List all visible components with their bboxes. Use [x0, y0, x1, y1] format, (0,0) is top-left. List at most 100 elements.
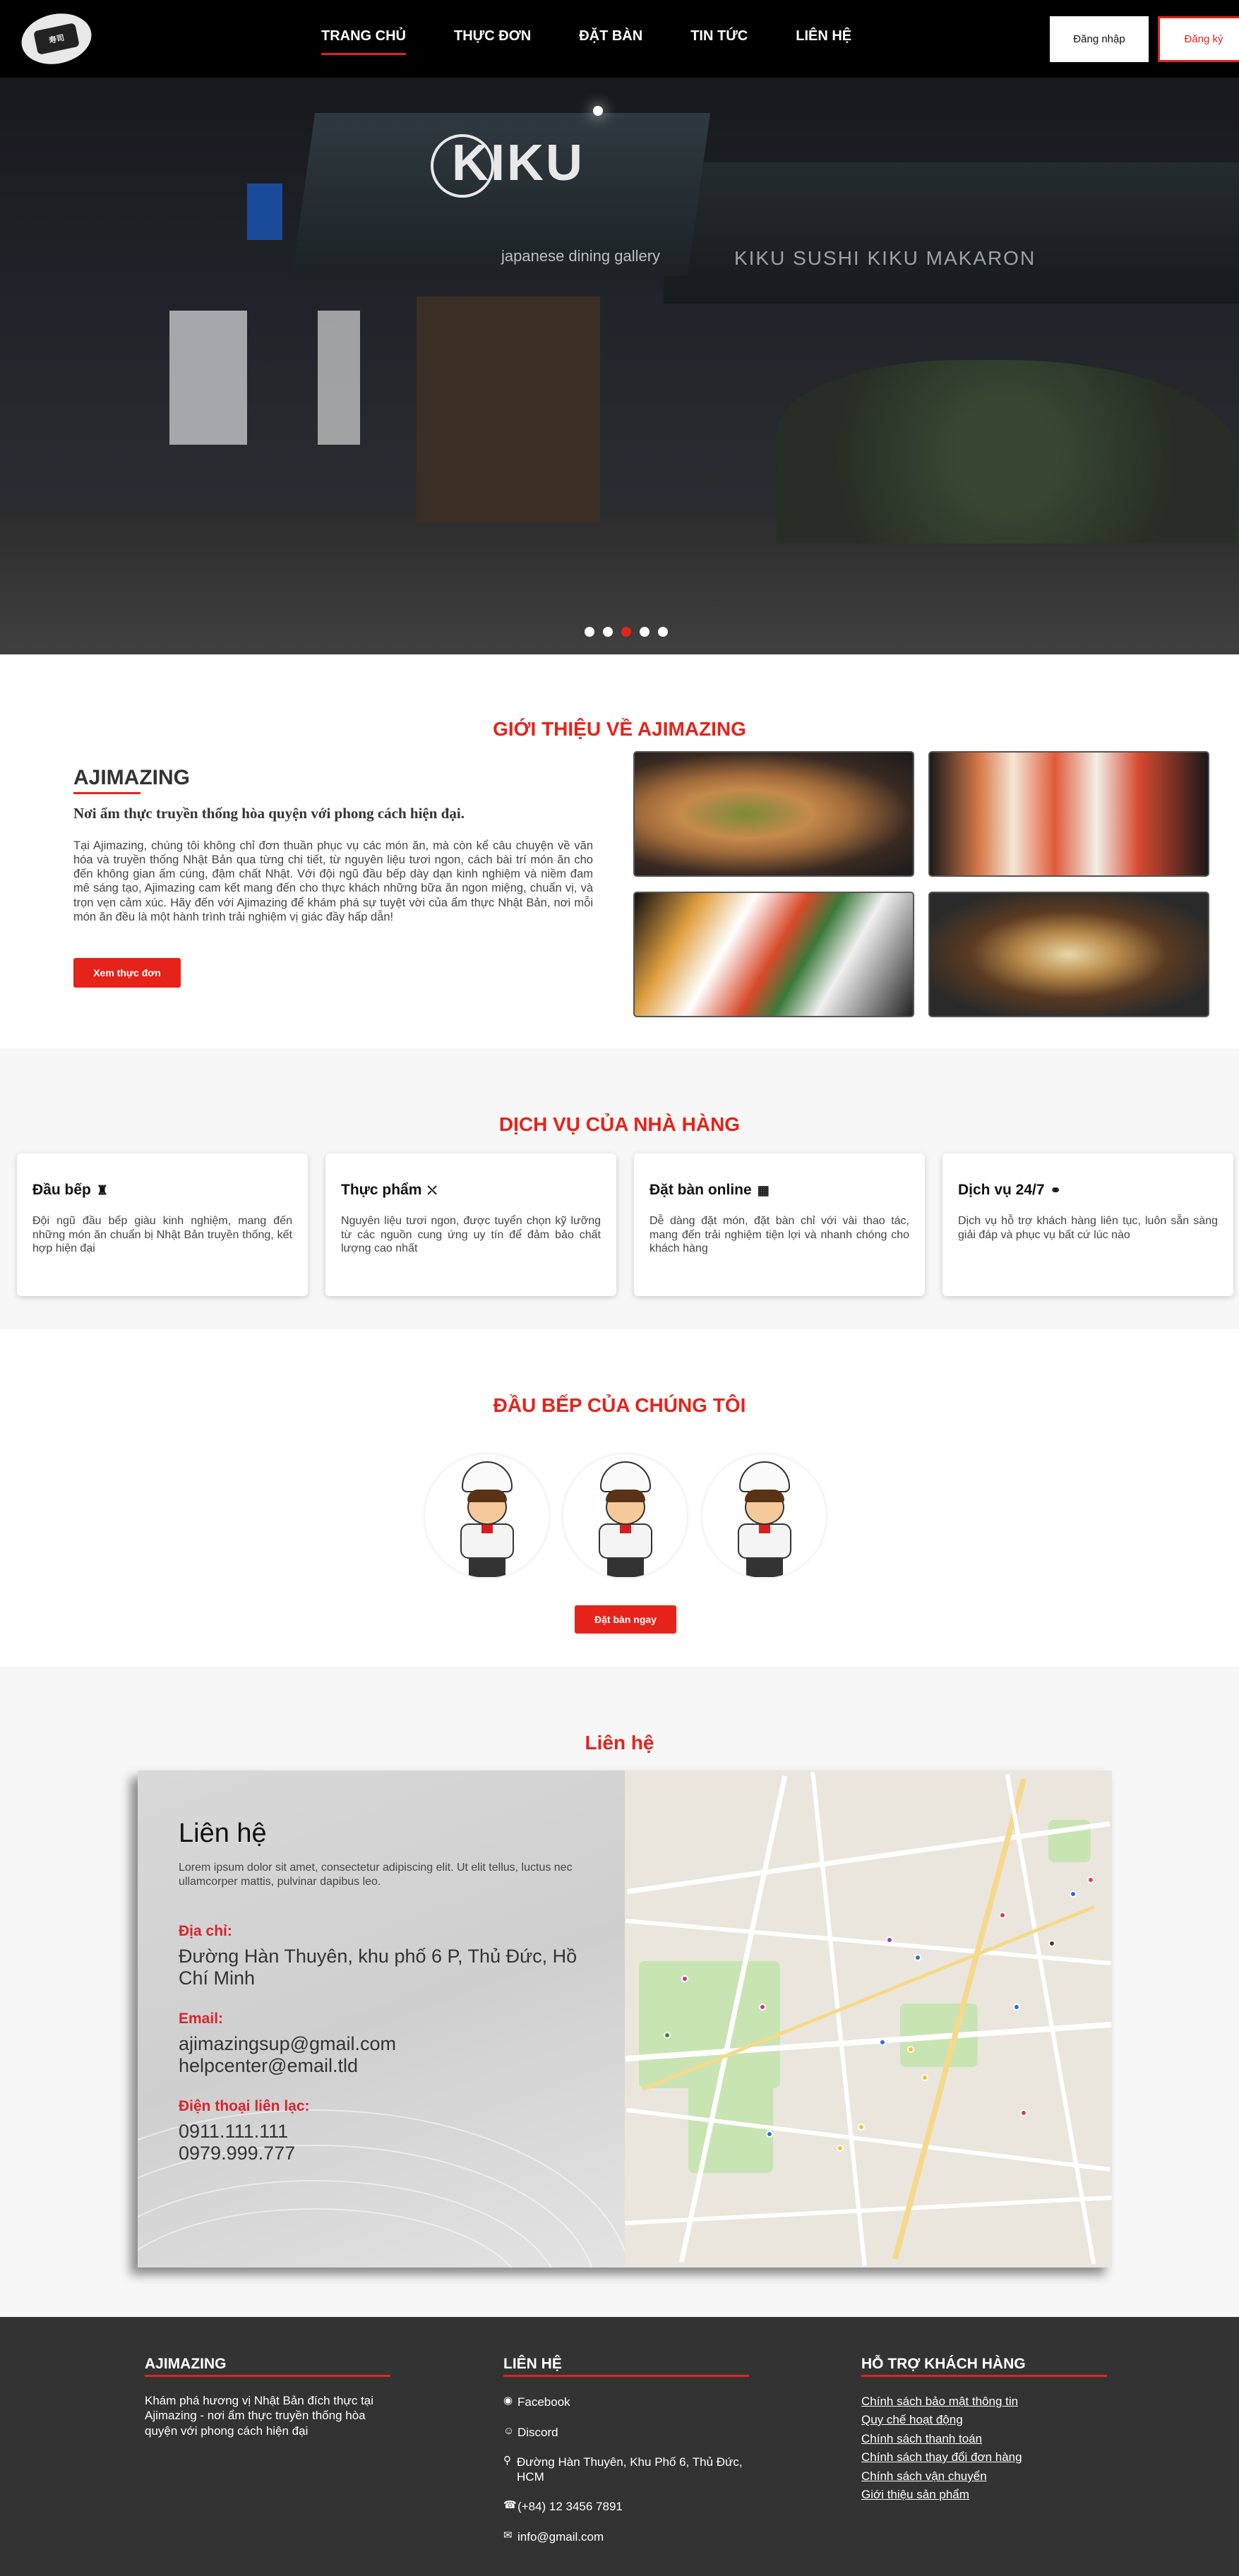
- slider-dot-2[interactable]: [603, 627, 613, 637]
- calendar-icon: ▦: [757, 1182, 770, 1197]
- hero-awning-right: [664, 162, 1239, 304]
- slider-dot-3[interactable]: [621, 627, 631, 637]
- contact-info-panel: Liên hệ Lorem ipsum dolor sit amet, cons…: [138, 1771, 625, 2268]
- site-logo[interactable]: 寿司: [16, 7, 97, 71]
- nav-menu[interactable]: THỰC ĐƠN: [454, 28, 531, 55]
- map-pin[interactable]: [1070, 1891, 1077, 1898]
- hero-window: [169, 311, 247, 445]
- service-card-title: Thực phẩm ⛌: [341, 1182, 437, 1198]
- nav-contact[interactable]: LIÊN HỆ: [796, 28, 851, 55]
- footer-contact-title: LIÊN HỆ: [503, 2356, 562, 2372]
- footer-about-text: Khám phá hương vị Nhật Bản đích thực tại…: [145, 2394, 374, 2438]
- service-card-text: Đội ngũ đầu bếp giàu kinh nghiệm, mang đ…: [32, 1215, 292, 1255]
- map-park: [639, 1961, 780, 2088]
- address-value: Đường Hàn Thuyên, khu phố 6 P, Thủ Đức, …: [179, 1946, 577, 1989]
- phone-value-2[interactable]: 0979.999.777: [179, 2143, 602, 2164]
- food-image-sushi: [928, 751, 1209, 877]
- food-image-tempura: [928, 892, 1209, 1017]
- contact-heading: Liên hệ: [179, 1819, 267, 1848]
- hero-blue-sign: [247, 184, 282, 240]
- footer-about-title: AJIMAZING: [145, 2356, 227, 2372]
- slider-dot-5[interactable]: [658, 627, 668, 637]
- site-header: 寿司 TRANG CHỦ THỰC ĐƠN ĐẶT BÀN TIN TỨC LI…: [0, 0, 1239, 78]
- register-button[interactable]: Đăng ký: [1158, 16, 1239, 62]
- hero-sign: KIKU: [452, 135, 585, 191]
- service-card-food: Thực phẩm ⛌ Nguyên liệu tươi ngon, được t…: [325, 1154, 616, 1296]
- view-menu-button[interactable]: Xem thực đơn: [73, 958, 181, 988]
- map-pin[interactable]: [766, 2131, 773, 2138]
- slider-dot-1[interactable]: [585, 627, 594, 637]
- service-card-support: Dịch vụ 24/7 ⚭ Dịch vụ hỗ trợ khách hàng …: [942, 1154, 1233, 1296]
- nav-booking[interactable]: ĐẶT BÀN: [579, 28, 642, 55]
- footer-address: ⚲ Đường Hàn Thuyên, Khu Phố 6, Thủ Đức, H…: [503, 2455, 743, 2484]
- discord-icon: ☺: [503, 2425, 515, 2437]
- footer-underline: [145, 2375, 390, 2377]
- hero-subtitle-2: KIKU SUSHI KIKU MAKARON: [734, 247, 1036, 269]
- address-label: Địa chỉ:: [179, 1923, 232, 1939]
- chef-avatar[interactable]: [563, 1454, 687, 1578]
- service-card-text: Dịch vụ hỗ trợ khách hàng liên tục, luôn…: [958, 1215, 1218, 1241]
- logo-text: 寿司: [33, 23, 80, 55]
- food-image-ramen: [633, 751, 914, 877]
- hero-subtitle: japanese dining gallery: [501, 247, 661, 265]
- phone-value-1[interactable]: 0911.111.111: [179, 2121, 602, 2143]
- contact-card: Liên hệ Lorem ipsum dolor sit amet, cons…: [138, 1771, 1112, 2268]
- footer-phone[interactable]: ☎ (+84) 12 3456 7891: [503, 2499, 758, 2514]
- map-pin[interactable]: [681, 1975, 688, 1982]
- mail-icon: ✉: [503, 2529, 513, 2541]
- footer-link-rules[interactable]: Quy chế hoạt động: [861, 2413, 963, 2427]
- map-pin[interactable]: [759, 2003, 766, 2011]
- footer-link-payment[interactable]: Chính sách thanh toán: [861, 2432, 982, 2446]
- footer-underline: [861, 2375, 1107, 2377]
- footer-link-order-change[interactable]: Chính sách thay đổi đơn hàng: [861, 2450, 1022, 2464]
- intro-brand: AJIMAZING: [73, 766, 190, 789]
- map-pin[interactable]: [907, 2046, 914, 2053]
- utensils-icon: ⛌: [427, 1182, 437, 1197]
- chef-avatar[interactable]: [425, 1454, 549, 1578]
- hero-slider: KIKU japanese dining gallery KIKU SUSHI …: [0, 78, 1239, 654]
- nav-home[interactable]: TRANG CHỦ: [321, 28, 406, 55]
- hero-door: [417, 296, 600, 529]
- map-pin[interactable]: [886, 1936, 893, 1943]
- map-pin[interactable]: [914, 1954, 921, 1961]
- map-pin[interactable]: [999, 1912, 1006, 1919]
- email-value-1[interactable]: ajimazingsup@gmail.com: [179, 2033, 602, 2055]
- footer-link-shipping[interactable]: Chính sách vận chuyển: [861, 2469, 987, 2484]
- footer-link-products[interactable]: Giới thiệu sản phẩm: [861, 2488, 969, 2502]
- email-label: Email:: [179, 2011, 224, 2027]
- location-map[interactable]: [625, 1771, 1112, 2268]
- slider-dot-4[interactable]: [640, 627, 650, 637]
- map-pin[interactable]: [1048, 1940, 1055, 1947]
- map-pin[interactable]: [879, 2039, 886, 2046]
- footer-email[interactable]: ✉ info@gmail.com: [503, 2529, 758, 2544]
- email-value-2[interactable]: helpcenter@email.tld: [179, 2055, 602, 2077]
- book-now-button[interactable]: Đặt bàn ngay: [575, 1605, 676, 1634]
- map-road: [625, 2195, 1112, 2226]
- map-pin[interactable]: [664, 2032, 671, 2039]
- footer-facebook-link[interactable]: ◉ Facebook: [503, 2395, 758, 2409]
- service-card-text: Dễ dàng đặt món, đặt bàn chỉ với vài tha…: [650, 1215, 909, 1255]
- map-pin[interactable]: [1020, 2109, 1027, 2116]
- map-pin[interactable]: [837, 2145, 844, 2152]
- intro-underline: [73, 792, 140, 794]
- contact-description: Lorem ipsum dolor sit amet, consectetur …: [179, 1862, 573, 1888]
- intro-title: GIỚI THIỆU VỀ AJIMAZING: [493, 718, 746, 740]
- headset-icon: ⚭: [1050, 1182, 1061, 1197]
- facebook-icon: ◉: [503, 2395, 513, 2407]
- map-pin[interactable]: [1013, 2003, 1020, 2011]
- chef-avatar[interactable]: [702, 1454, 826, 1578]
- map-pin[interactable]: [1087, 1876, 1094, 1883]
- map-pin[interactable]: [921, 2074, 928, 2081]
- service-card-title: Dịch vụ 24/7 ⚭: [958, 1182, 1061, 1198]
- chefs-title: ĐẦU BẾP CỦA CHÚNG TÔI: [493, 1394, 746, 1416]
- footer-discord-link[interactable]: ☺ Discord: [503, 2425, 758, 2440]
- map-pin[interactable]: [858, 2123, 865, 2131]
- chef-hat-icon: ♜: [96, 1182, 108, 1197]
- footer-link-privacy[interactable]: Chính sách bảo mật thông tin: [861, 2395, 1018, 2409]
- hero-window: [318, 311, 360, 445]
- login-button[interactable]: Đăng nhập: [1050, 16, 1149, 62]
- slider-dots: [585, 627, 676, 637]
- nav-news[interactable]: TIN TỨC: [690, 28, 748, 55]
- intro-body: Tại Ajimazing, chúng tôi không chỉ đơn t…: [73, 839, 593, 923]
- contact-section-title: Liên hệ: [585, 1732, 654, 1754]
